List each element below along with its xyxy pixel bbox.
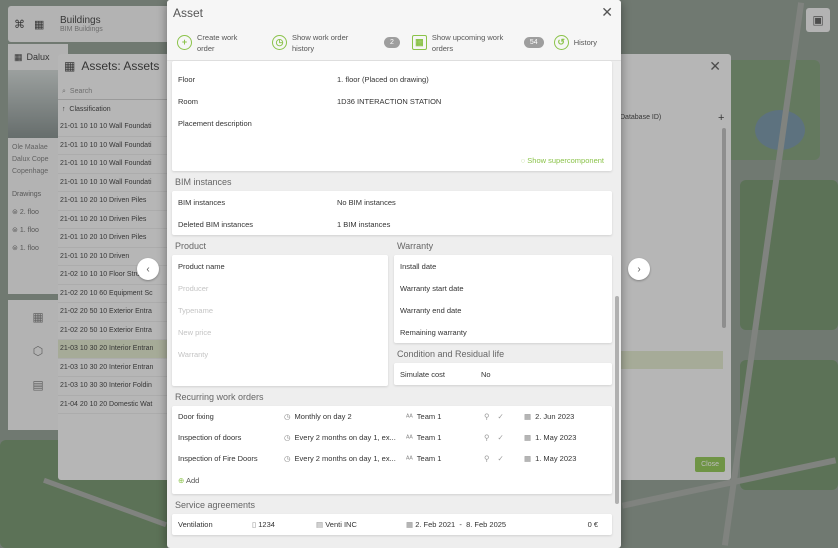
upcoming-count-badge: 54	[523, 37, 544, 48]
show-history-button[interactable]: ◷ Show work order history	[272, 32, 384, 54]
calendar-icon: ▦	[406, 520, 414, 529]
work-order-team: ᴬᴬ Team 1	[406, 454, 442, 463]
check-icon: ✓	[497, 433, 504, 442]
recurring-section-title: Recurring work orders	[175, 392, 264, 402]
person-icon: ⚲	[484, 433, 490, 442]
work-order-name: Inspection of Fire Doors	[178, 454, 258, 463]
work-order-date: ▦ 2. Jun 2023	[524, 412, 575, 421]
dialog-title: Asset	[173, 5, 204, 20]
service-row[interactable]: Ventilation ▯ 1234 ▤ Venti INC ▦ 2. Feb …	[172, 514, 612, 535]
product-card: Product name Producer Typename New price…	[172, 255, 388, 386]
plus-circle-icon: +	[177, 35, 192, 50]
recurring-card: Door fixing ◷ Monthly on day 2 ᴬᴬ Team 1 ⚲ ✓ ▦ 2…	[172, 406, 612, 494]
work-order-name: Inspection of doors	[178, 433, 242, 442]
producer-field[interactable]: Producer	[172, 277, 388, 299]
next-button[interactable]: ›	[628, 258, 650, 280]
person-icon: ⚲	[484, 454, 490, 463]
condition-card: Simulate cost No	[394, 363, 612, 385]
previous-button[interactable]: ‹	[137, 258, 159, 280]
calendar-icon: ▦	[524, 454, 532, 463]
add-recurring-button[interactable]: ⊕ Add	[172, 469, 612, 491]
close-icon[interactable]: ✕	[601, 4, 613, 21]
show-upcoming-button[interactable]: ▦ Show upcoming work orders	[411, 32, 524, 54]
work-order-schedule: ◷ Every 2 months on day 1, ex...	[284, 433, 396, 442]
work-order-name: Door fixing	[178, 412, 214, 421]
history-button[interactable]: ↺ History	[553, 35, 597, 50]
work-order-team: ᴬᴬ Team 1	[406, 412, 442, 421]
person-icon: ⚲	[484, 412, 490, 421]
work-order-team: ᴬᴬ Team 1	[406, 433, 442, 442]
placement-card: Floor 1. floor (Placed on drawing) Room 1D…	[172, 61, 612, 171]
work-order-status: ⚲ ✓	[484, 454, 524, 463]
recurring-work-order-row[interactable]: Inspection of doors ◷ Every 2 months on da…	[172, 427, 612, 448]
team-icon: ᴬᴬ	[406, 412, 413, 421]
action-bar: + Create work order ◷ Show work order hi…	[167, 25, 621, 61]
simulate-cost-row[interactable]: Simulate cost No	[394, 363, 612, 385]
bim-row: Deleted BIM instances 1 BIM instances	[178, 219, 391, 229]
floor-row: Floor 1. floor (Placed on drawing)	[178, 74, 429, 84]
work-order-date: ▦ 1. May 2023	[524, 454, 577, 463]
typename-field[interactable]: Typename	[172, 299, 388, 321]
bim-row: BIM instances No BIM instances	[178, 197, 396, 207]
recurring-work-order-row[interactable]: Inspection of Fire Doors ◷ Every 2 months …	[172, 448, 612, 469]
show-supercomponent-link[interactable]: ◌ Show supercomponent	[521, 156, 604, 165]
chevron-left-icon: ‹	[146, 263, 150, 275]
new-price-field[interactable]: New price	[172, 321, 388, 343]
bim-section-title: BIM instances	[175, 177, 232, 187]
company-icon: ▤	[316, 520, 324, 529]
work-order-status: ⚲ ✓	[484, 433, 524, 442]
chevron-right-icon: ›	[637, 263, 641, 275]
clock-icon: ◷	[284, 454, 291, 463]
calendar-icon: ▦	[524, 433, 532, 442]
placement-description-row: Placement description	[178, 118, 252, 128]
history-count-badge: 2	[384, 37, 400, 48]
install-date-field[interactable]: Install date	[394, 255, 612, 277]
clock-icon: ◷	[272, 35, 287, 50]
history-icon: ↺	[553, 35, 569, 50]
product-name-field[interactable]: Product name	[172, 255, 388, 277]
clock-icon: ◷	[284, 433, 291, 442]
warranty-card: Install date Warranty start date Warrant…	[394, 255, 612, 343]
warranty-start-field[interactable]: Warranty start date	[394, 277, 612, 299]
warranty-section-title: Warranty	[397, 241, 434, 251]
warranty-field[interactable]: Warranty	[172, 343, 388, 365]
check-icon: ✓	[497, 412, 504, 421]
calendar-icon: ▦	[524, 412, 532, 421]
document-icon: ▯	[252, 520, 257, 529]
work-order-schedule: ◷ Every 2 months on day 1, ex...	[284, 454, 396, 463]
asset-dialog: Asset ✕ + Create work order ◷ Show work …	[167, 0, 621, 548]
recurring-work-order-row[interactable]: Door fixing ◷ Monthly on day 2 ᴬᴬ Team 1 ⚲ ✓ ▦ 2…	[172, 406, 612, 427]
condition-section-title: Condition and Residual life	[397, 349, 505, 359]
remaining-warranty-field[interactable]: Remaining warranty	[394, 321, 612, 343]
dialog-scrollbar[interactable]	[615, 296, 619, 504]
bim-card: BIM instances No BIM instances Deleted BI…	[172, 191, 612, 235]
calendar-icon: ▦	[411, 35, 427, 50]
warranty-end-field[interactable]: Warranty end date	[394, 299, 612, 321]
work-order-schedule: ◷ Monthly on day 2	[284, 412, 352, 421]
team-icon: ᴬᴬ	[406, 454, 413, 463]
service-card: Ventilation ▯ 1234 ▤ Venti INC ▦ 2. Feb …	[172, 514, 612, 535]
create-work-order-button[interactable]: + Create work order	[177, 32, 272, 54]
team-icon: ᴬᴬ	[406, 433, 413, 442]
work-order-date: ▦ 1. May 2023	[524, 433, 577, 442]
service-section-title: Service agreements	[175, 500, 256, 510]
clock-icon: ◷	[284, 412, 291, 421]
check-icon: ✓	[497, 454, 504, 463]
work-order-status: ⚲ ✓	[484, 412, 524, 421]
product-section-title: Product	[175, 241, 207, 251]
room-row: Room 1D36 INTERACTION STATION	[178, 96, 442, 106]
